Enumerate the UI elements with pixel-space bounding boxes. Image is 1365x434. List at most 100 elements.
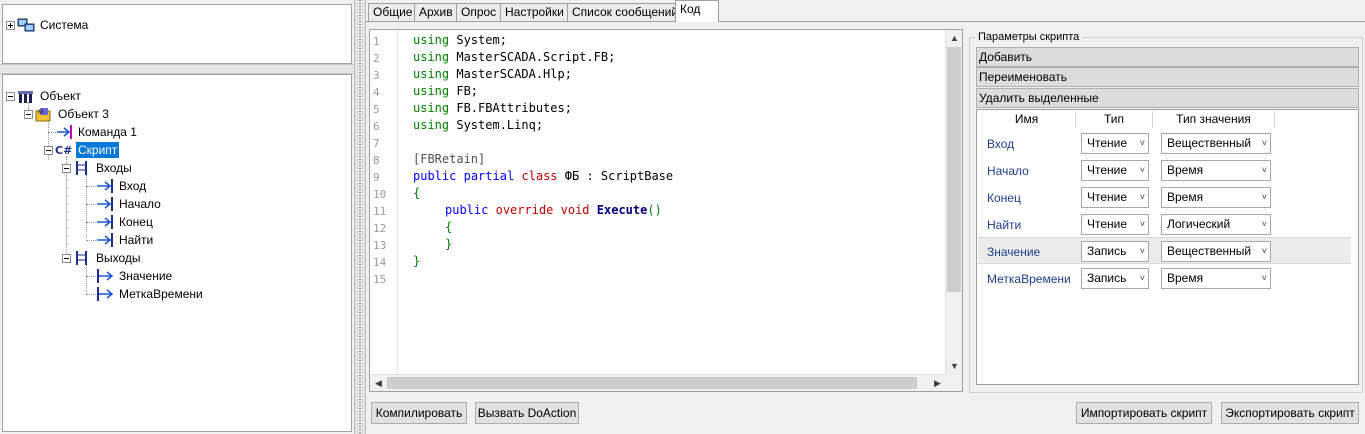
horizontal-splitter[interactable] — [0, 64, 355, 74]
code-editor[interactable]: 1 2 3 4 5 6 7 8 9 10 11 12 13 14 15 usin… — [369, 29, 963, 392]
tab-settings[interactable]: Настройки — [500, 3, 569, 22]
tree-label: Команда 1 — [78, 125, 137, 139]
collapse-icon[interactable] — [24, 109, 33, 119]
system-tree-panel[interactable]: Система — [2, 4, 352, 64]
scroll-up-icon[interactable]: ▲ — [946, 30, 962, 47]
tree-node-input-nachalo[interactable]: Начало — [96, 195, 163, 213]
collapse-icon[interactable] — [62, 253, 71, 263]
column-header-name[interactable]: Имя — [978, 111, 1076, 128]
tab-code[interactable]: Код — [675, 0, 719, 22]
tab-bar: Общие Архив Опрос Настройки Список сообщ… — [366, 0, 1365, 22]
using-namespace: MasterSCADA.Script.FB; — [456, 50, 616, 64]
tree-node-object[interactable]: Объект — [6, 87, 83, 105]
param-value-type-select[interactable]: Вещественный ˅ — [1161, 133, 1271, 154]
class-declaration: ФБ : ScriptBase — [564, 169, 674, 183]
chevron-down-icon: ˅ — [1139, 219, 1145, 229]
param-row[interactable]: Значение Запись ˅ Вещественный ˅ — [978, 237, 1351, 264]
param-type-select[interactable]: Чтение ˅ — [1081, 187, 1149, 208]
code-line-11: public override void Execute() — [445, 202, 662, 219]
param-type-select[interactable]: Запись ˅ — [1081, 241, 1149, 262]
vertical-splitter[interactable] — [354, 0, 366, 434]
param-row[interactable]: Начало Чтение ˅ Время ˅ — [978, 157, 1351, 184]
line-number: 12 — [373, 222, 387, 235]
call-doaction-button[interactable]: Вызвать DoAction — [475, 402, 579, 424]
select-value: Чтение — [1087, 163, 1128, 177]
tree-label: Скрипт — [76, 142, 120, 158]
tree-node-input-konec[interactable]: Конец — [96, 213, 155, 231]
line-number: 10 — [373, 188, 387, 201]
expand-icon[interactable] — [6, 20, 15, 30]
rename-button[interactable]: Переименовать — [976, 67, 1359, 87]
tab-polling[interactable]: Опрос — [456, 3, 502, 22]
chevron-down-icon: ˅ — [1139, 246, 1145, 256]
method-name: Execute — [596, 203, 648, 217]
line-number: 11 — [373, 205, 387, 218]
param-value-type-select[interactable]: Время ˅ — [1161, 268, 1271, 289]
keyword-void: void — [560, 203, 590, 217]
tree-node-system[interactable]: Система — [6, 16, 90, 34]
param-type-select[interactable]: Запись ˅ — [1081, 268, 1149, 289]
param-value-type-select[interactable]: Логический ˅ — [1161, 214, 1271, 235]
line-number-gutter: 1 2 3 4 5 6 7 8 9 10 11 12 13 14 15 — [370, 30, 398, 375]
editor-horizontal-scrollbar[interactable]: ◀ ▶ — [370, 374, 946, 391]
param-type-select[interactable]: Чтение ˅ — [1081, 160, 1149, 181]
compile-button[interactable]: Компилировать — [371, 402, 467, 424]
tab-message-list[interactable]: Список сообщений — [567, 3, 684, 22]
tab-archive[interactable]: Архив — [414, 3, 458, 22]
param-row[interactable]: Найти Чтение ˅ Логический ˅ — [978, 211, 1351, 238]
keyword-public: public — [413, 169, 457, 183]
param-row[interactable]: Вход Чтение ˅ Вещественный ˅ — [978, 130, 1351, 157]
add-button[interactable]: Добавить — [976, 47, 1359, 67]
column-header-value-type[interactable]: Тип значения — [1153, 111, 1275, 128]
gutter-separator — [397, 30, 398, 375]
keyword-using: using — [413, 50, 450, 64]
scroll-thumb[interactable] — [947, 47, 961, 292]
tree-node-script[interactable]: C# Скрипт — [44, 141, 120, 159]
collapse-icon[interactable] — [44, 145, 53, 155]
params-grid[interactable]: Имя Тип Тип значения Вход Чтение ˅ Вещест… — [976, 109, 1359, 385]
scroll-left-icon[interactable]: ◀ — [370, 375, 387, 391]
tree-node-command1[interactable]: Команда 1 — [55, 123, 139, 141]
scroll-thumb[interactable] — [387, 377, 917, 389]
column-header-type[interactable]: Тип — [1076, 111, 1153, 128]
object-icon — [17, 88, 35, 104]
param-value-type-select[interactable]: Вещественный ˅ — [1161, 241, 1271, 262]
object-tree-panel[interactable]: Объект M Объект 3 Команда 1 C# Скрипт Вх… — [2, 74, 352, 432]
using-namespace: System.Linq; — [456, 118, 544, 132]
param-value-type-select[interactable]: Время ˅ — [1161, 160, 1271, 181]
tree-node-output-metkavremeni[interactable]: МеткаВремени — [96, 285, 205, 303]
line-number: 9 — [373, 171, 380, 184]
chevron-down-icon: ˅ — [1139, 138, 1145, 148]
export-script-button[interactable]: Экспортировать скрипт — [1221, 402, 1359, 424]
tree-node-object3[interactable]: M Объект 3 — [24, 105, 111, 123]
tree-label: Начало — [119, 197, 161, 211]
keyword-using: using — [413, 33, 450, 47]
scroll-right-icon[interactable]: ▶ — [929, 375, 946, 391]
tree-node-input-nayti[interactable]: Найти — [96, 231, 155, 249]
import-script-button[interactable]: Импортировать скрипт — [1076, 402, 1212, 424]
keyword-partial: partial — [463, 169, 515, 183]
outputs-group-icon — [73, 250, 91, 266]
collapse-icon[interactable] — [62, 163, 71, 173]
code-line-2: using MasterSCADA.Script.FB; — [413, 49, 615, 66]
tree-label: Найти — [119, 233, 154, 247]
param-name: Значение — [987, 245, 1041, 259]
tree-node-input-vhod[interactable]: Вход — [96, 177, 148, 195]
editor-vertical-scrollbar[interactable]: ▲ ▼ — [945, 30, 962, 375]
delete-selected-button[interactable]: Удалить выделенные — [976, 88, 1359, 108]
param-value-type-select[interactable]: Время ˅ — [1161, 187, 1271, 208]
tree-node-outputs[interactable]: Выходы — [62, 249, 143, 267]
param-type-select[interactable]: Чтение ˅ — [1081, 214, 1149, 235]
chevron-down-icon: ˅ — [1139, 273, 1145, 283]
tree-node-inputs[interactable]: Входы — [62, 159, 134, 177]
param-row[interactable]: МеткаВремени Запись ˅ Время ˅ — [978, 265, 1351, 292]
param-type-select[interactable]: Чтение ˅ — [1081, 133, 1149, 154]
output-arrow-icon — [96, 286, 114, 302]
select-value: Запись — [1087, 244, 1127, 258]
collapse-icon[interactable] — [6, 91, 15, 101]
tree-node-output-znachenie[interactable]: Значение — [96, 267, 174, 285]
scroll-down-icon[interactable]: ▼ — [946, 358, 962, 375]
tab-general[interactable]: Общие — [368, 3, 418, 22]
select-value: Время — [1167, 271, 1204, 285]
param-row[interactable]: Конец Чтение ˅ Время ˅ — [978, 184, 1351, 211]
